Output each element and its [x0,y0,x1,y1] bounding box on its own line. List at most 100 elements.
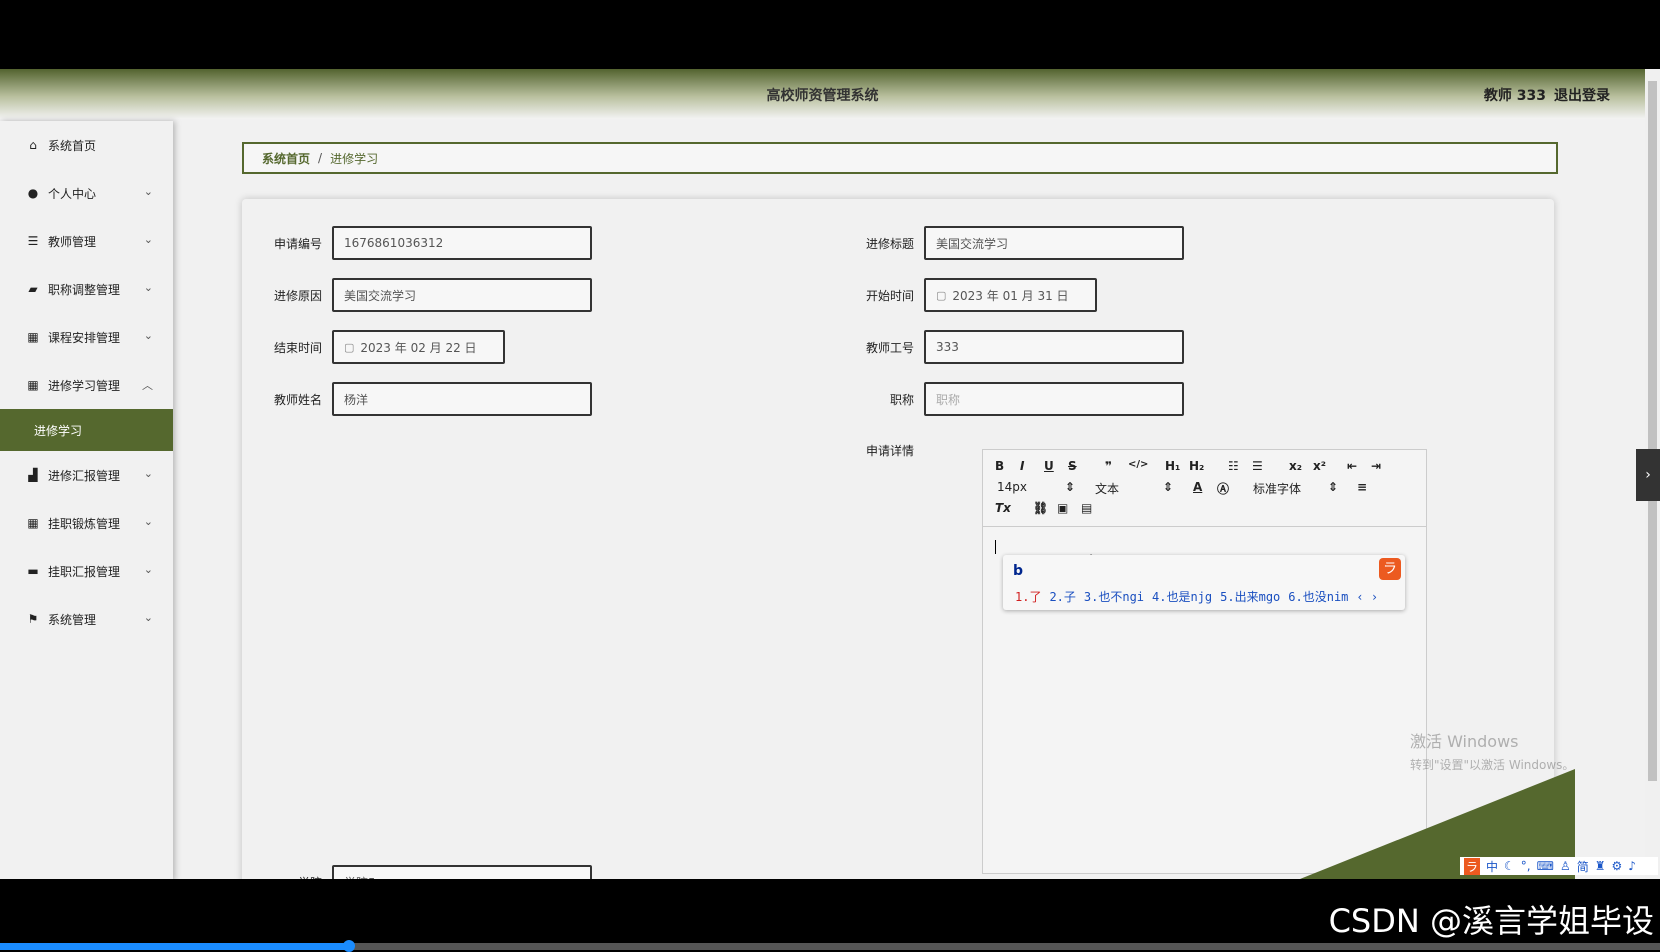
ime-candidate[interactable]: 5.出来mgo [1220,590,1280,604]
chart-icon: ▟ [28,468,38,482]
strike-icon[interactable]: S [1068,459,1077,473]
ime-status-bar: ラ 中 ☾ °, ⌨ ♙ 简 ♜ ⚙ ♪ [1460,857,1658,875]
sidebar-item-rank-adjust[interactable]: ▰ 职称调整管理 ⌄ [0,265,173,313]
image-icon[interactable]: ▣ [1057,501,1068,515]
sidebar-item-label: 系统管理 [48,612,97,627]
align-icon[interactable]: ≡ [1357,480,1367,494]
indent-icon[interactable]: ⇥ [1371,459,1381,473]
teacher-name-input[interactable]: 杨洋 [332,382,592,416]
bold-icon[interactable]: B [995,459,1004,473]
moon-icon[interactable]: ☾ [1504,859,1515,873]
gear-icon[interactable]: ⚙ [1612,859,1623,873]
rank-input[interactable]: 职称 [924,382,1184,416]
chevron-down-icon: ⌄ [143,281,153,294]
start-date-value: 2023 年 01 月 31 日 [952,288,1069,303]
field-start: 开始时间 ▢ 2023 年 01 月 31 日 [834,278,1097,312]
windows-activation-watermark: 激活 Windows 转到"设置"以激活 Windows。 [1410,728,1574,773]
ime-mode-label[interactable]: 中 [1486,858,1498,875]
chevron-down-icon: ⌄ [143,233,153,246]
sidebar-item-study-report[interactable]: ▟ 进修汇报管理 ⌄ [0,451,173,499]
sidebar-item-training[interactable]: ▦ 挂职锻炼管理 ⌄ [0,499,173,547]
video-icon[interactable]: ▤ [1081,501,1092,515]
sidebar-item-label: 进修汇报管理 [48,468,121,483]
sidebar-item-label: 进修学习管理 [48,378,121,393]
clear-format-icon[interactable]: Tx [995,501,1011,515]
keyboard-icon[interactable]: ⌨ [1537,859,1554,873]
sidebar-item-system[interactable]: ⚑ 系统管理 ⌄ [0,595,173,643]
subscript-icon[interactable]: x₂ [1289,459,1302,473]
user-icon[interactable]: ♙ [1560,859,1571,873]
sidebar-item-training-report[interactable]: ▬ 挂职汇报管理 ⌄ [0,547,173,595]
sidebar-subitem-study[interactable]: 进修学习 [0,409,173,451]
chevron-down-icon: ⌄ [143,563,153,576]
apply-no-input[interactable]: 1676861036312 [332,226,592,260]
sidebar-item-label: 个人中心 [48,186,97,201]
field-reason: 进修原因 美国交流学习 [242,278,592,312]
sidebar-item-courses[interactable]: ▦ 课程安排管理 ⌄ [0,313,173,361]
ime-candidate[interactable]: 6.也没nim [1288,590,1348,604]
bullet-list-icon[interactable]: ☰ [1252,459,1263,473]
title-input[interactable]: 美国交流学习 [924,226,1184,260]
field-college: 学院 学院5 [242,865,592,879]
field-label: 职称 [889,392,914,407]
sidebar-item-teachers[interactable]: ☰ 教师管理 ⌄ [0,217,173,265]
field-end: 结束时间 ▢ 2023 年 02 月 22 日 [242,330,505,364]
ime-candidates: 1.了 2.子 3.也不ngi 4.也是njg 5.出来mgo 6.也没nim ‹ › [1015,588,1386,605]
breadcrumb-home[interactable]: 系统首页 [262,150,310,167]
start-date-input[interactable]: ▢ 2023 年 01 月 31 日 [924,278,1097,312]
background-color-icon[interactable]: Ⓐ [1217,480,1229,497]
font-size-select[interactable]: 14px [997,480,1027,494]
reason-input[interactable]: 美国交流学习 [332,278,592,312]
editor-toolbar: B I U S ❞ </> H₁ H₂ ☷ ☰ x₂ x² ⇤ ⇥ 14px ⇕… [983,450,1426,527]
font-color-icon[interactable]: A [1193,480,1202,494]
font-family-select[interactable]: 标准字体 [1253,480,1301,497]
underline-icon[interactable]: U [1044,459,1054,473]
ime-candidate[interactable]: 2.子 [1049,590,1075,604]
field-label: 进修原因 [273,288,322,303]
code-icon[interactable]: </> [1128,459,1148,470]
block-format-select[interactable]: 文本 [1095,480,1119,497]
chevron-updown-icon: ⇕ [1328,480,1339,494]
shirt-icon[interactable]: ♜ [1595,859,1606,873]
end-date-input[interactable]: ▢ 2023 年 02 月 22 日 [332,330,505,364]
ime-candidate[interactable]: 1.了 [1015,590,1041,604]
csdn-watermark: CSDN @溪言学姐毕设 [1328,902,1654,940]
teacher-no-input[interactable]: 333 [924,330,1184,364]
italic-icon[interactable]: I [1020,459,1024,473]
chevron-updown-icon: ⇕ [1065,480,1076,494]
sidebar: ⌂ 系统首页 ● 个人中心 ⌄ ☰ 教师管理 ⌄ ▰ 职称调整管理 ⌄ ▦ 课程安排管理 ⌄ ▦ 进… [0,121,173,879]
sidebar-item-profile[interactable]: ● 个人中心 ⌄ [0,169,173,217]
punct-icon[interactable]: °, [1521,859,1531,873]
heading1-icon[interactable]: H₁ [1165,459,1180,473]
field-title: 进修标题 美国交流学习 [834,226,1184,260]
ordered-list-icon[interactable]: ☷ [1228,459,1239,473]
user-area: 教师 333 退出登录 [1476,85,1610,105]
breadcrumb: 系统首页 / 进修学习 [242,142,1558,174]
video-progress-bar[interactable] [0,940,1660,952]
quote-icon[interactable]: ❞ [1105,459,1112,473]
tiktok-icon[interactable]: ♪ [1628,859,1636,873]
chevron-updown-icon: ⇕ [1163,480,1174,494]
sidebar-item-study[interactable]: ▦ 进修学习管理 ︿ [0,361,173,409]
app-title: 高校师资管理系统 [766,88,879,104]
ime-page-arrows-icon[interactable]: ‹ › [1356,590,1378,604]
ime-candidate[interactable]: 4.也是njg [1152,590,1212,604]
college-input[interactable]: 学院5 [332,865,592,879]
link-icon[interactable]: ⛓ [1033,501,1048,515]
logout-link[interactable]: 退出登录 [1554,88,1610,104]
heading2-icon[interactable]: H₂ [1189,459,1204,473]
user-name: 教师 333 [1483,88,1546,104]
outdent-icon[interactable]: ⇤ [1347,459,1357,473]
text-cursor [995,540,996,554]
scrollbar-thumb[interactable] [1648,81,1657,781]
grid-icon: ▦ [27,330,39,344]
expand-chevron-right-icon[interactable]: › [1636,449,1660,501]
progress-knob[interactable] [342,940,355,952]
grid-icon: ▦ [27,516,39,530]
sidebar-item-home[interactable]: ⌂ 系统首页 [0,121,173,169]
ime-candidate[interactable]: 3.也不ngi [1084,590,1144,604]
sogou-icon[interactable]: ラ [1464,857,1481,875]
ime-script-label[interactable]: 简 [1577,858,1589,875]
superscript-icon[interactable]: x² [1313,459,1326,473]
field-label: 教师姓名 [273,392,322,407]
